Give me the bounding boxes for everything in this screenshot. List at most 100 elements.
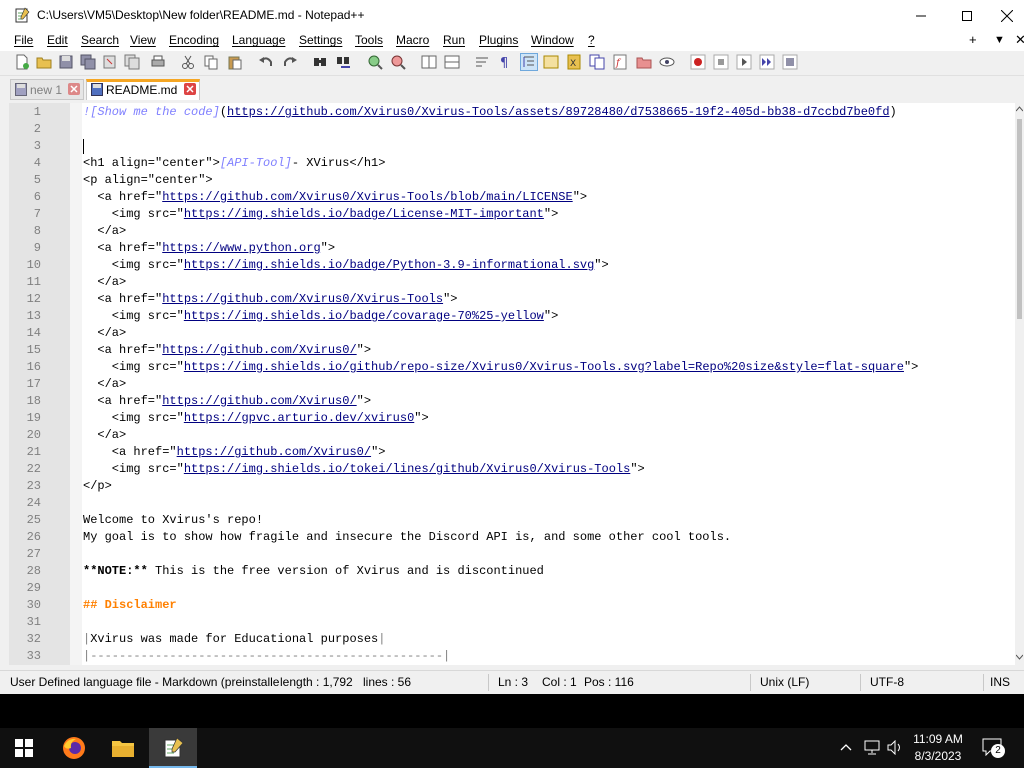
line-text[interactable]: My goal is to show how fragile and insec…: [83, 529, 1015, 546]
save-icon[interactable]: [58, 54, 74, 70]
save-all-icon[interactable]: [80, 54, 96, 70]
line-text[interactable]: <a href="https://github.com/Xvirus0/Xvir…: [83, 189, 1015, 206]
macro-save-icon[interactable]: [782, 54, 798, 70]
line-text[interactable]: </a>: [83, 427, 1015, 444]
editor-line[interactable]: 26 My goal is to show how fragile and ins…: [9, 529, 1015, 546]
taskbar-firefox[interactable]: [50, 728, 98, 768]
line-text[interactable]: ## Disclaimer: [83, 597, 1015, 614]
tab-list-dropdown[interactable]: ▼: [994, 34, 1005, 46]
volume-icon[interactable]: [887, 740, 903, 755]
macro-play-icon[interactable]: [736, 54, 752, 70]
editor-line[interactable]: 31: [9, 614, 1015, 631]
menu-view[interactable]: View: [130, 33, 156, 47]
menu-plugins[interactable]: Plugins: [479, 33, 518, 47]
line-text[interactable]: <img src="https://gpvc.arturio.dev/xviru…: [83, 410, 1015, 427]
tab-new-1[interactable]: new 1: [10, 79, 84, 100]
menu-help[interactable]: ?: [588, 33, 595, 47]
editor-line[interactable]: 1 ![Show me the code](https://github.com/…: [9, 104, 1015, 121]
menu-language[interactable]: Language: [232, 33, 285, 47]
close-tab-menu-button[interactable]: ✕: [1015, 32, 1024, 48]
line-text[interactable]: <img src="https://img.shields.io/tokei/l…: [83, 461, 1015, 478]
redo-icon[interactable]: [282, 54, 298, 70]
line-text[interactable]: <h1 align="center">[API-Tool]- XVirus</h…: [83, 155, 1015, 172]
close-file-icon[interactable]: [102, 54, 118, 70]
user-language-icon[interactable]: [543, 54, 559, 70]
vertical-scrollbar[interactable]: [1015, 103, 1024, 665]
word-wrap-icon[interactable]: [474, 54, 490, 70]
line-text[interactable]: <p align="center">: [83, 172, 1015, 189]
menu-window[interactable]: Window: [531, 33, 574, 47]
editor-line[interactable]: 10 <img src="https://img.shields.io/badg…: [9, 257, 1015, 274]
tab-readme-md[interactable]: README.md: [86, 79, 200, 100]
menu-run[interactable]: Run: [443, 33, 465, 47]
editor-line[interactable]: 2: [9, 121, 1015, 138]
monitoring-icon[interactable]: [659, 54, 675, 70]
line-text[interactable]: <img src="https://img.shields.io/badge/P…: [83, 257, 1015, 274]
editor-line[interactable]: 29: [9, 580, 1015, 597]
scrollbar-thumb[interactable]: [1017, 119, 1022, 319]
cut-icon[interactable]: [180, 54, 196, 70]
show-hidden-icons-icon[interactable]: [840, 743, 852, 751]
editor-line[interactable]: 8 </a>: [9, 223, 1015, 240]
line-text[interactable]: <a href="https://www.python.org">: [83, 240, 1015, 257]
editor-line[interactable]: 24: [9, 495, 1015, 512]
xml-doc-icon[interactable]: X: [566, 54, 582, 70]
status-insert-mode[interactable]: INS: [990, 675, 1010, 689]
editor-line[interactable]: 25 Welcome to Xvirus's repo!: [9, 512, 1015, 529]
open-file-icon[interactable]: [36, 54, 52, 70]
scroll-down-icon[interactable]: [1016, 654, 1023, 660]
editor-line[interactable]: 22 <img src="https://img.shields.io/toke…: [9, 461, 1015, 478]
line-text[interactable]: </a>: [83, 274, 1015, 291]
start-button[interactable]: [0, 728, 48, 768]
replace-icon[interactable]: [336, 54, 352, 70]
line-text[interactable]: **NOTE:** This is the free version of Xv…: [83, 563, 1015, 580]
line-text[interactable]: </p>: [83, 478, 1015, 495]
macro-run-multiple-icon[interactable]: [759, 54, 775, 70]
indent-guide-icon[interactable]: [520, 53, 538, 71]
zoom-out-icon[interactable]: [390, 54, 406, 70]
line-text[interactable]: <img src="https://img.shields.io/badge/c…: [83, 308, 1015, 325]
sync-vertical-icon[interactable]: [421, 54, 437, 70]
editor-line[interactable]: 21 <a href="https://github.com/Xvirus0/"…: [9, 444, 1015, 461]
new-file-icon[interactable]: [14, 54, 30, 70]
status-eol[interactable]: Unix (LF): [760, 675, 809, 689]
editor-line[interactable]: 6 <a href="https://github.com/Xvirus0/Xv…: [9, 189, 1015, 206]
line-text[interactable]: Welcome to Xvirus's repo!: [83, 512, 1015, 529]
title-bar[interactable]: C:\Users\VM5\Desktop\New folder\README.m…: [0, 0, 1024, 31]
editor-line[interactable]: 15 <a href="https://github.com/Xvirus0/"…: [9, 342, 1015, 359]
line-text[interactable]: <img src="https://img.shields.io/badge/L…: [83, 206, 1015, 223]
network-icon[interactable]: [864, 740, 880, 755]
editor-line[interactable]: 28 **NOTE:** This is the free version of …: [9, 563, 1015, 580]
notification-center-button[interactable]: 2: [982, 738, 1005, 758]
menu-search[interactable]: Search: [81, 33, 119, 47]
menu-encoding[interactable]: Encoding: [169, 33, 219, 47]
editor-line[interactable]: 27: [9, 546, 1015, 563]
menu-macro[interactable]: Macro: [396, 33, 429, 47]
editor-line[interactable]: 30 ## Disclaimer: [9, 597, 1015, 614]
text-lines[interactable]: 1 ![Show me the code](https://github.com/…: [9, 104, 1015, 665]
editor-line[interactable]: 5 <p align="center">: [9, 172, 1015, 189]
zoom-in-icon[interactable]: [367, 54, 383, 70]
close-button[interactable]: [990, 0, 1024, 31]
editor-line[interactable]: 18 <a href="https://github.com/Xvirus0/"…: [9, 393, 1015, 410]
editor-line[interactable]: 17 </a>: [9, 376, 1015, 393]
editor-line[interactable]: 33 |-------------------------------------…: [9, 648, 1015, 665]
tab-close-icon[interactable]: [184, 83, 196, 95]
editor-area[interactable]: 1 ![Show me the code](https://github.com/…: [9, 103, 1024, 665]
editor-line[interactable]: 4 <h1 align="center">[API-Tool]- XVirus</…: [9, 155, 1015, 172]
editor-line[interactable]: 23 </p>: [9, 478, 1015, 495]
menu-settings[interactable]: Settings: [299, 33, 342, 47]
new-tab-button[interactable]: +: [969, 32, 977, 47]
menu-edit[interactable]: Edit: [47, 33, 68, 47]
editor-line[interactable]: 13 <img src="https://img.shields.io/badg…: [9, 308, 1015, 325]
status-encoding[interactable]: UTF-8: [870, 675, 904, 689]
line-text[interactable]: ![Show me the code](https://github.com/X…: [83, 104, 1015, 121]
line-text[interactable]: </a>: [83, 325, 1015, 342]
show-all-characters-icon[interactable]: ¶: [497, 54, 513, 70]
clock-time[interactable]: 11:09 AM: [905, 732, 971, 746]
sync-horizontal-icon[interactable]: [444, 54, 460, 70]
close-all-icon[interactable]: [124, 54, 140, 70]
maximize-button[interactable]: [944, 0, 990, 31]
editor-line[interactable]: 16 <img src="https://img.shields.io/gith…: [9, 359, 1015, 376]
line-text[interactable]: |---------------------------------------…: [83, 648, 1015, 665]
